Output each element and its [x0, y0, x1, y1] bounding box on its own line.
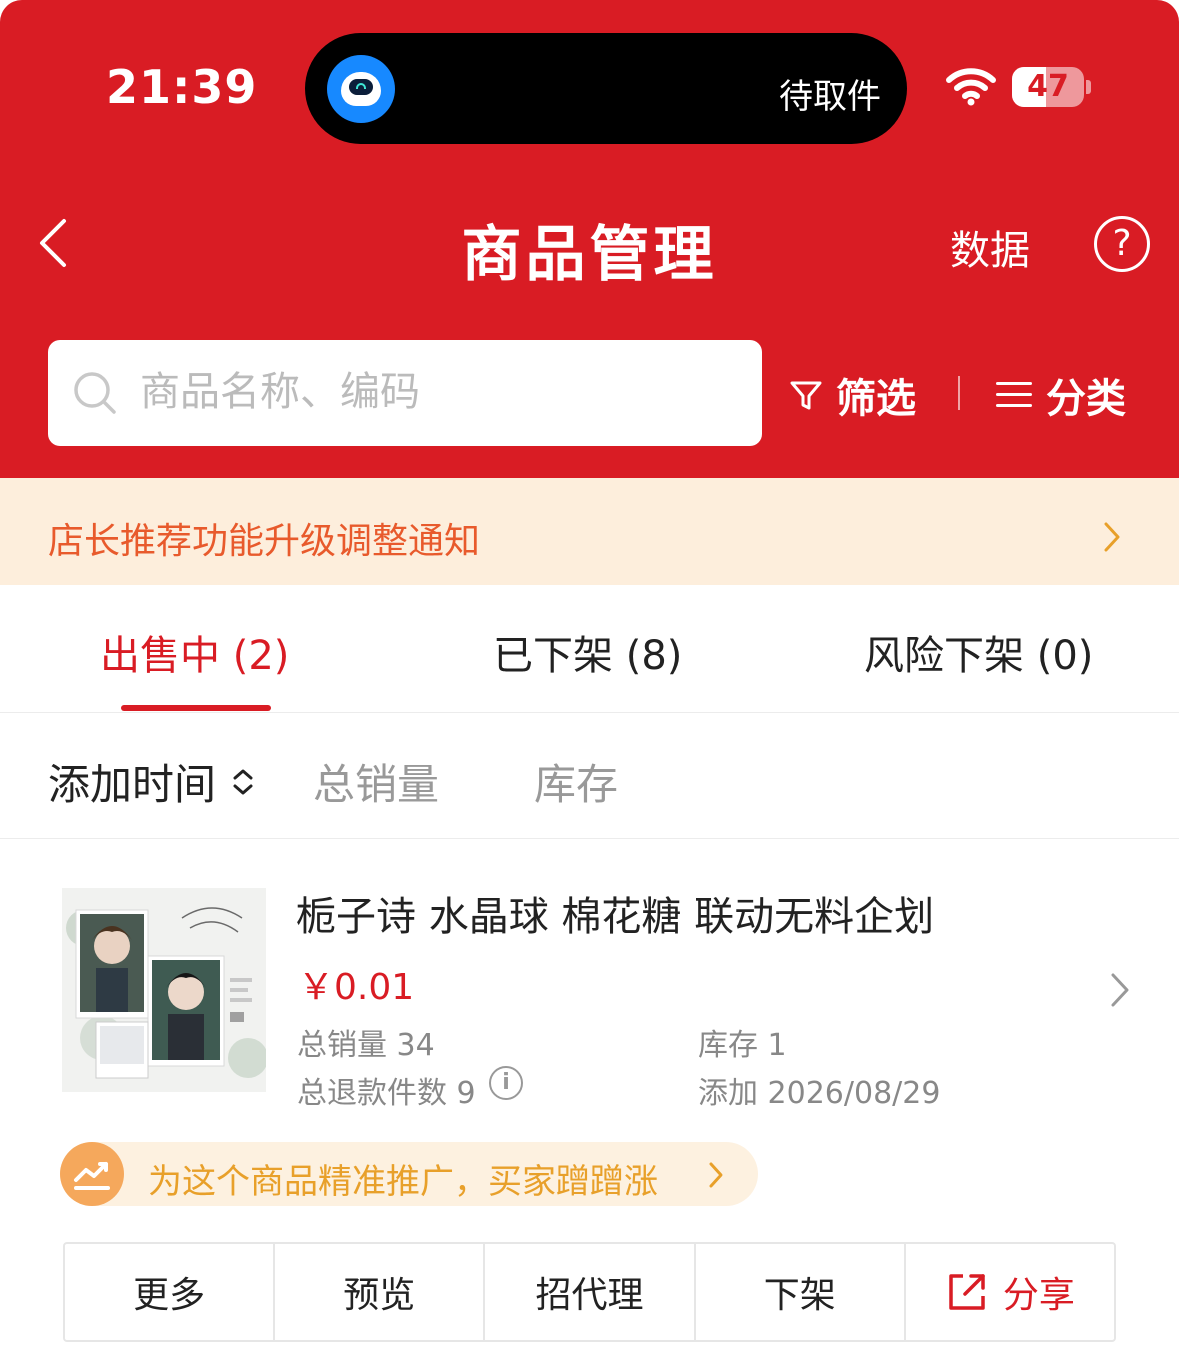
sort-total-sales[interactable]: 总销量 — [313, 751, 439, 812]
active-tab-indicator — [121, 705, 271, 711]
robot-avatar-icon — [327, 55, 395, 123]
notice-banner[interactable]: 店长推荐功能升级调整通知 — [0, 478, 1179, 585]
filter-button[interactable]: 筛选 — [788, 370, 916, 422]
toolbar-divider — [958, 376, 960, 410]
tab-delisted[interactable]: 已下架 (8) — [493, 623, 682, 681]
product-stock: 库存 1 — [698, 1028, 787, 1063]
category-label: 分类 — [1046, 376, 1126, 422]
status-time: 21:39 — [106, 60, 258, 114]
notice-text: 店长推荐功能升级调整通知 — [48, 521, 481, 562]
menu-lines-icon — [996, 380, 1032, 410]
share-label: 分享 — [1002, 1275, 1075, 1316]
info-icon[interactable]: i — [489, 1066, 523, 1100]
battery-percentage: 47 — [1027, 69, 1069, 104]
status-tabs: 出售中 (2) 已下架 (8) 风险下架 (0) — [0, 585, 1179, 713]
chevron-right-icon[interactable] — [1106, 970, 1134, 1010]
dynamic-island[interactable]: 待取件 — [305, 33, 907, 144]
tab-risk-delisted[interactable]: 风险下架 (0) — [864, 623, 1093, 681]
filter-funnel-icon — [790, 381, 822, 410]
sort-added-time-label: 添加时间 — [48, 760, 217, 809]
search-box[interactable] — [48, 340, 762, 446]
sort-added-time[interactable]: 添加时间 — [48, 751, 256, 812]
search-input[interactable] — [140, 362, 740, 422]
promotion-banner[interactable]: 为这个商品精准推广，买家蹭蹭涨 — [60, 1142, 758, 1206]
preview-button[interactable]: 预览 — [275, 1244, 486, 1340]
share-button[interactable]: 分享 — [906, 1244, 1114, 1340]
promotion-text: 为这个商品精准推广，买家蹭蹭涨 — [148, 1162, 658, 1202]
battery-icon: 47 — [1012, 67, 1084, 107]
product-artwork — [62, 888, 266, 1092]
preview-label: 预览 — [343, 1275, 416, 1316]
sort-bar: 添加时间 总销量 库存 — [0, 713, 1179, 839]
product-total-sales: 总销量 34 — [297, 1028, 435, 1063]
tab-on-sale[interactable]: 出售中 (2) — [100, 623, 289, 681]
product-title[interactable]: 栀子诗 水晶球 棉花糖 联动无料企划 — [296, 884, 934, 942]
sort-toggle-icon — [233, 769, 253, 794]
more-label: 更多 — [133, 1275, 206, 1316]
filter-label: 筛选 — [836, 376, 916, 422]
delist-label: 下架 — [763, 1275, 836, 1316]
battery-tip — [1086, 80, 1091, 94]
product-action-bar: 更多 预览 招代理 下架 分享 — [63, 1242, 1116, 1342]
product-refund-count: 总退款件数 9 — [297, 1076, 476, 1111]
search-icon — [74, 372, 116, 414]
wifi-icon — [946, 68, 996, 106]
island-label: 待取件 — [779, 77, 881, 117]
data-button[interactable]: 数据 — [950, 218, 1030, 276]
help-icon[interactable]: ? — [1094, 216, 1150, 272]
chevron-right-icon — [1104, 522, 1120, 552]
share-icon — [949, 1274, 985, 1310]
product-added-date: 添加 2026/08/29 — [698, 1076, 941, 1111]
recruit-agent-button[interactable]: 招代理 — [485, 1244, 696, 1340]
chevron-right-icon — [709, 1162, 723, 1188]
product-price: ￥0.01 — [298, 967, 415, 1008]
category-button[interactable]: 分类 — [996, 370, 1126, 422]
header: 21:39 待取件 47 商品管理 数据 ? 筛选 — [0, 0, 1179, 478]
product-image[interactable] — [62, 888, 266, 1092]
delist-button[interactable]: 下架 — [696, 1244, 906, 1340]
trend-chart-icon — [60, 1142, 124, 1206]
more-button[interactable]: 更多 — [65, 1244, 276, 1340]
sort-stock[interactable]: 库存 — [534, 751, 618, 812]
recruit-agent-label: 招代理 — [535, 1275, 644, 1316]
